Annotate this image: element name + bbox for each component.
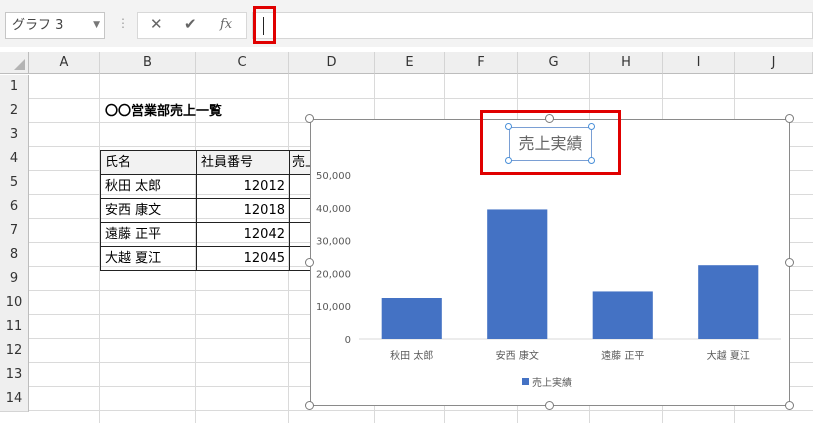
row-header[interactable]: 3 [0,123,29,148]
more-vertical-icon: ⋮ [117,16,129,30]
column-header[interactable]: D [289,52,375,74]
name-box[interactable]: グラフ 3 ▼ [5,12,105,39]
resize-handle[interactable] [545,401,554,410]
cell-employee-id[interactable]: 12012 [196,174,290,199]
bar[interactable] [487,209,548,339]
resize-handle[interactable] [305,401,314,410]
header-name[interactable]: 氏名 [100,150,197,175]
column-header[interactable]: B [100,52,196,74]
resize-handle[interactable] [785,401,794,410]
row-header[interactable]: 4 [0,147,29,172]
bar[interactable] [698,265,759,339]
select-all-corner[interactable] [0,52,29,74]
column-header[interactable]: J [735,52,813,74]
row-header[interactable]: 9 [0,267,29,292]
bar[interactable] [381,298,442,339]
resize-handle[interactable] [305,114,314,123]
column-header[interactable]: G [518,52,590,74]
row-header[interactable]: 6 [0,195,29,220]
row-header[interactable]: 10 [0,291,29,316]
y-tick-label: 10,000 [316,302,351,313]
name-box-value: グラフ 3 [12,18,64,33]
x-tick-label: 秋田 太郎 [390,349,433,362]
y-tick-label: 30,000 [316,237,351,248]
cell-employee-id[interactable]: 12018 [196,198,290,223]
cell-sales[interactable] [289,222,311,247]
formula-buttons: ✕ ✔ fx [137,12,247,39]
cell-name[interactable]: 大越 夏江 [100,246,197,271]
x-tick-label: 大越 夏江 [707,349,750,362]
x-tick-label: 遠藤 正平 [601,349,644,362]
highlight-box-title [480,110,621,175]
column-header[interactable]: I [663,52,735,74]
row-header[interactable]: 1 [0,75,29,100]
header-employee-id[interactable]: 社員番号 [196,150,290,175]
bar[interactable] [592,291,653,339]
column-header[interactable]: A [29,52,100,74]
sheet-title: 〇〇営業部売上一覧 [105,104,223,119]
cell-name[interactable]: 秋田 太郎 [100,174,197,199]
x-tick-label: 安西 康文 [496,349,539,362]
highlight-box-formula [253,6,276,44]
cell-name[interactable]: 安西 康文 [100,198,197,223]
cell-employee-id[interactable]: 12045 [196,246,290,271]
cell-employee-id[interactable]: 12042 [196,222,290,247]
y-tick-label: 40,000 [316,204,351,215]
column-header[interactable]: F [445,52,518,74]
legend-swatch [522,378,529,385]
gridline [29,98,813,99]
cell-name[interactable]: 遠藤 正平 [100,222,197,247]
legend-label: 売上実績 [532,376,572,389]
y-tick-label: 50,000 [316,171,351,182]
column-header[interactable]: H [590,52,663,74]
resize-handle[interactable] [785,114,794,123]
header-sales[interactable]: 売上実績 [289,150,311,175]
row-header[interactable]: 5 [0,171,29,196]
y-tick-label: 20,000 [316,269,351,280]
insert-function-icon[interactable]: fx [220,17,232,32]
resize-handle[interactable] [305,258,314,267]
row-header[interactable]: 12 [0,339,29,364]
row-header[interactable]: 8 [0,243,29,268]
column-header[interactable]: C [196,52,289,74]
row-header[interactable]: 2 [0,99,29,124]
cell-sales[interactable] [289,198,311,223]
cancel-icon[interactable]: ✕ [150,15,163,33]
chevron-down-icon[interactable]: ▼ [93,13,100,38]
enter-icon[interactable]: ✔ [184,15,197,33]
row-header[interactable]: 14 [0,387,29,412]
row-header[interactable]: 11 [0,315,29,340]
gridline [29,410,813,411]
y-tick-label: 0 [345,335,351,346]
column-header[interactable]: E [375,52,445,74]
row-header[interactable]: 13 [0,363,29,388]
formula-input[interactable] [252,12,813,39]
resize-handle[interactable] [785,258,794,267]
row-header[interactable]: 7 [0,219,29,244]
cell-sales[interactable] [289,174,311,199]
